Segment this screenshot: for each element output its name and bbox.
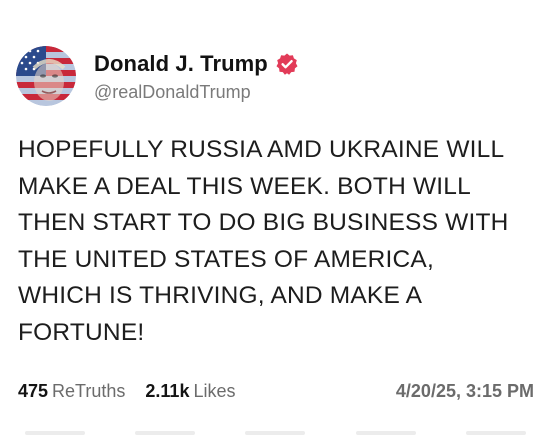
avatar[interactable] bbox=[16, 46, 76, 106]
truth-post: Donald J. Trump @realDonaldTrump HOPEFUL… bbox=[0, 0, 551, 437]
post-timestamp[interactable]: 4/20/25, 3:15 PM bbox=[396, 381, 534, 402]
post-stats: 475 ReTruths 2.11k Likes 4/20/25, 3:15 P… bbox=[18, 376, 534, 406]
author-display-name[interactable]: Donald J. Trump bbox=[94, 51, 268, 77]
post-header: Donald J. Trump @realDonaldTrump bbox=[16, 44, 299, 108]
retruths-stat[interactable]: 475 ReTruths bbox=[18, 381, 125, 402]
flag-portrait-avatar-icon bbox=[16, 46, 76, 106]
action-placeholder bbox=[355, 431, 416, 435]
action-bar-cutoff bbox=[0, 428, 551, 437]
author-names: Donald J. Trump @realDonaldTrump bbox=[94, 49, 299, 103]
retruths-count: 475 bbox=[18, 380, 49, 401]
action-placeholder bbox=[245, 431, 306, 435]
name-row: Donald J. Trump bbox=[94, 49, 299, 79]
author-handle[interactable]: @realDonaldTrump bbox=[94, 82, 299, 103]
action-placeholder bbox=[25, 431, 86, 435]
action-placeholder bbox=[135, 431, 196, 435]
likes-count: 2.11k bbox=[145, 380, 190, 401]
verified-badge-icon bbox=[275, 52, 299, 76]
retruths-label: ReTruths bbox=[52, 380, 126, 401]
action-placeholder bbox=[465, 431, 526, 435]
post-text: HOPEFULLY RUSSIA AMD UKRAINE WILL MAKE A… bbox=[18, 136, 509, 346]
likes-label: Likes bbox=[193, 380, 236, 401]
likes-stat[interactable]: 2.11k Likes bbox=[145, 381, 235, 402]
